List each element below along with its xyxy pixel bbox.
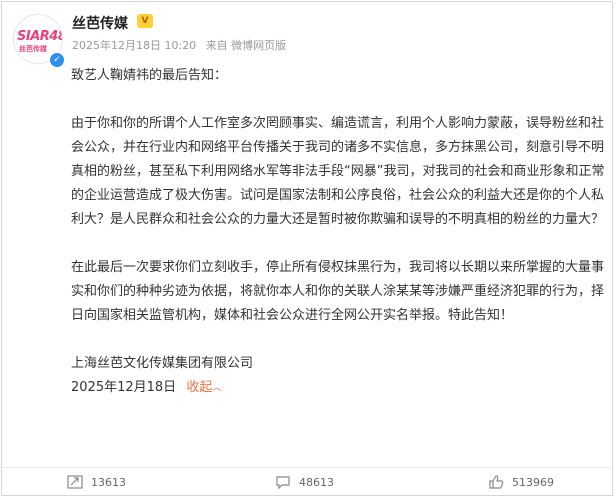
post-sign-date: 2025年12月18日 <box>71 380 177 395</box>
avatar-logo-subtext: 丝芭传媒 <box>19 45 47 53</box>
repost-count: 13613 <box>91 475 126 489</box>
post-content: 致艺人鞠婧祎的最后告知： 由于你和你的所谓个人工作室多次罔顾事实、编造谎言，利用… <box>71 64 607 401</box>
post-meta: 2025年12月18日 10:20 来自 微博网页版 <box>72 37 292 53</box>
post-action-bar: 13613 48613 513969 <box>1 467 613 496</box>
like-icon <box>489 475 504 489</box>
avatar-logo: SIAR48 <box>17 29 63 44</box>
account-name[interactable]: 丝芭传媒 <box>72 13 128 33</box>
post-sign-date-line: 2025年12月18日 收起︿ <box>71 376 607 401</box>
chevron-up-icon: ︿ <box>212 383 222 393</box>
like-button[interactable]: 513969 <box>488 468 554 496</box>
post-paragraph-1: 由于你和你的所谓个人工作室多次罔顾事实、编造谎言，利用个人影响力蒙蔽，误导粉丝和… <box>71 116 605 227</box>
comment-count: 48613 <box>299 475 334 489</box>
post-source: 来自 微博网页版 <box>205 39 287 52</box>
vip-badge-icon[interactable]: V <box>137 14 153 28</box>
post-greeting: 致艺人鞠婧祎的最后告知： <box>71 68 228 83</box>
verified-badge-icon: ✓ <box>49 52 65 68</box>
like-count: 513969 <box>512 475 554 489</box>
post-date[interactable]: 2025年12月18日 10:20 <box>72 39 196 52</box>
post-signature: 上海丝芭文化传媒集团有限公司 <box>71 356 254 371</box>
repost-icon <box>67 475 83 489</box>
post-paragraph-2: 在此最后一次要求你们立刻收手，停止所有侵权抹黑行为，我司将以长期以来所掌握的大量… <box>71 260 605 323</box>
collapse-link[interactable]: 收起︿ <box>186 380 221 395</box>
weibo-post-card: SIAR48 丝芭传媒 ✓ 丝芭传媒 V 2025年12月18日 10:20 来… <box>1 1 613 496</box>
comment-icon <box>276 476 290 489</box>
repost-button[interactable]: 13613 <box>67 468 126 496</box>
comment-button[interactable]: 48613 <box>275 468 334 496</box>
